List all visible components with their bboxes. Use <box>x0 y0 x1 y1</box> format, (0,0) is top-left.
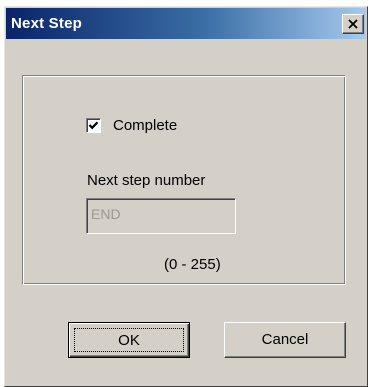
checkmark-icon <box>88 121 99 130</box>
complete-checkbox[interactable] <box>86 118 101 133</box>
close-button[interactable] <box>342 14 364 34</box>
close-icon <box>348 19 358 29</box>
title-bar[interactable]: Next Step <box>6 8 366 39</box>
ok-button-label: OK <box>74 328 184 352</box>
ok-button[interactable]: OK <box>68 322 190 358</box>
range-hint: (0 - 255) <box>164 256 221 273</box>
next-step-number-label: Next step number <box>87 172 206 189</box>
complete-checkbox-label[interactable]: Complete <box>113 117 177 134</box>
window-title: Next Step <box>11 15 82 32</box>
next-step-number-field[interactable]: END <box>86 198 236 234</box>
cancel-button[interactable]: Cancel <box>224 322 346 358</box>
